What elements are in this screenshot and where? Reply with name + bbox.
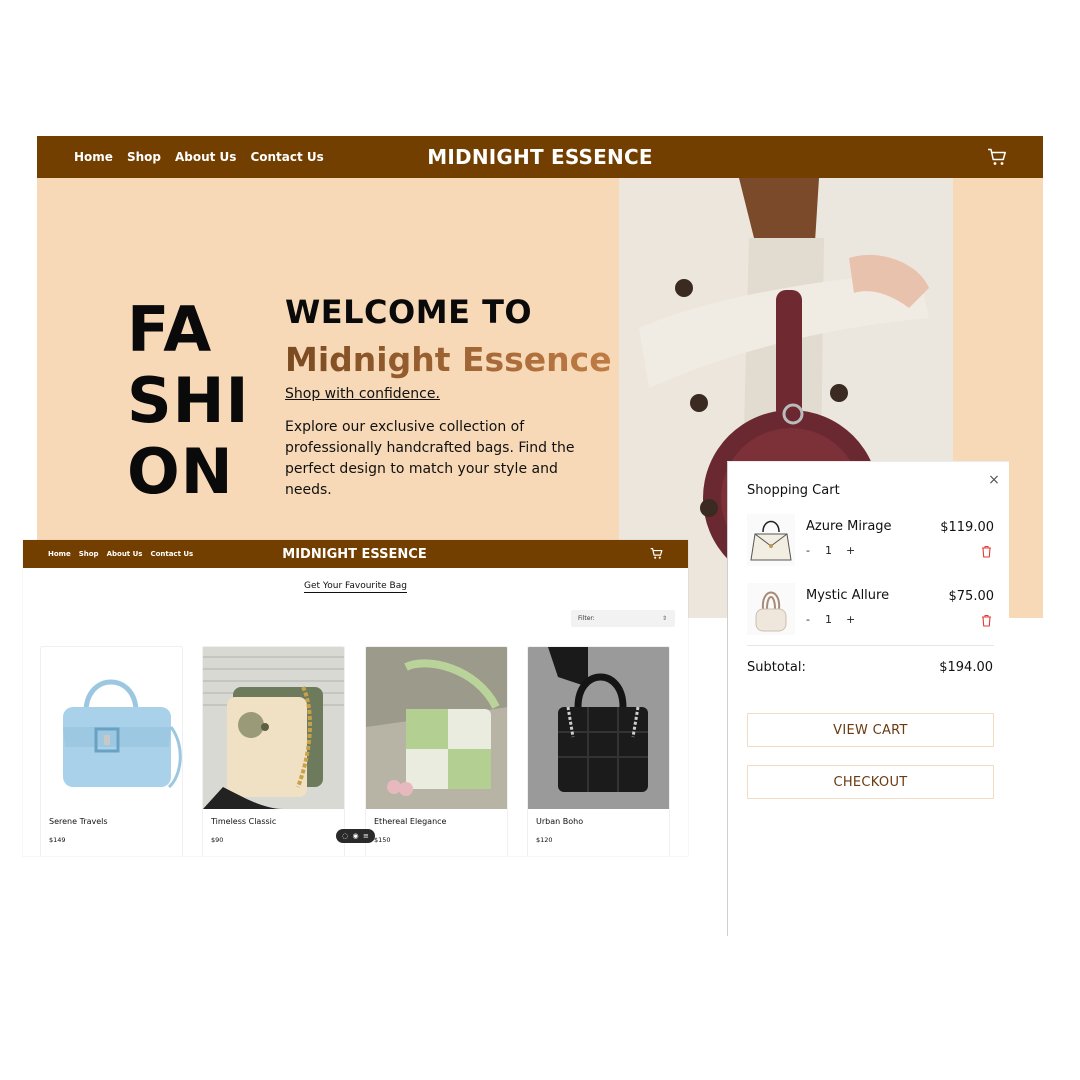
- filter-label: Filter:: [578, 615, 595, 622]
- view-cart-button[interactable]: VIEW CART: [747, 713, 994, 747]
- cart-icon[interactable]: [987, 148, 1007, 166]
- hero-description: Explore our exclusive collection of prof…: [285, 419, 575, 498]
- shop-page-screenshot: Home Shop About Us Contact Us MIDNIGHT E…: [23, 540, 688, 856]
- cart-item-thumbnail: [747, 583, 795, 635]
- product-image: [528, 647, 669, 809]
- product-card[interactable]: Timeless Classic $90: [202, 646, 345, 856]
- cart-item-thumbnail: [747, 514, 795, 566]
- product-price: $150: [374, 836, 391, 844]
- top-navbar: Home Shop About Us Contact Us MIDNIGHT E…: [37, 136, 1043, 178]
- trash-icon[interactable]: [981, 545, 992, 558]
- product-image: [41, 647, 182, 809]
- product-card[interactable]: Serene Travels $149: [40, 646, 183, 856]
- cart-title: Shopping Cart: [747, 483, 840, 498]
- brand-logo-text[interactable]: MIDNIGHT ESSENCE: [37, 136, 1043, 178]
- cart-item-qty: 1: [825, 613, 832, 626]
- checkout-button[interactable]: CHECKOUT: [747, 765, 994, 799]
- product-image: [366, 647, 507, 809]
- decrease-qty-button[interactable]: -: [806, 544, 810, 557]
- cart-item-price: $119.00: [940, 520, 994, 535]
- section-title: Get Your Favourite Bag: [23, 581, 688, 593]
- tagline-link[interactable]: Shop with confidence.: [285, 386, 440, 402]
- cart-item-name: Mystic Allure: [806, 588, 890, 603]
- product-card[interactable]: Ethereal Elegance $150: [365, 646, 508, 856]
- decrease-qty-button[interactable]: -: [806, 613, 810, 626]
- cart-item: Mystic Allure $75.00 - 1 +: [747, 583, 994, 639]
- close-icon[interactable]: ×: [987, 473, 1001, 487]
- product-price: $149: [49, 836, 66, 844]
- increase-qty-button[interactable]: +: [846, 544, 855, 557]
- fashion-line: ON: [127, 435, 234, 508]
- shop-navbar: Home Shop About Us Contact Us MIDNIGHT E…: [23, 540, 688, 568]
- product-card[interactable]: Urban Boho $120: [527, 646, 670, 856]
- trash-icon[interactable]: [981, 614, 992, 627]
- fashion-line: FA: [127, 293, 213, 366]
- divider: [747, 645, 994, 646]
- product-name: Serene Travels: [49, 817, 108, 826]
- product-name: Timeless Classic: [211, 817, 277, 826]
- product-image: [203, 647, 344, 809]
- brand-heading: Midnight Essence: [285, 340, 612, 379]
- subtotal-label: Subtotal:: [747, 660, 806, 675]
- menu-icon[interactable]: ≡: [363, 832, 369, 840]
- select-arrows-icon: ⇕: [661, 615, 667, 622]
- product-price: $120: [536, 836, 553, 844]
- welcome-heading: WELCOME TO: [285, 293, 533, 331]
- fashion-line: SHI: [127, 364, 250, 437]
- increase-qty-button[interactable]: +: [846, 613, 855, 626]
- view-icon[interactable]: ◉: [353, 832, 359, 840]
- cart-item-name: Azure Mirage: [806, 519, 892, 534]
- product-price: $90: [211, 836, 224, 844]
- cart-item-price: $75.00: [948, 589, 995, 604]
- brand-logo-text[interactable]: MIDNIGHT ESSENCE: [23, 540, 688, 568]
- cart-item: Azure Mirage $119.00 - 1 +: [747, 514, 994, 570]
- subtotal-value: $194.00: [939, 660, 993, 675]
- product-name: Urban Boho: [536, 817, 584, 826]
- fashion-display-text: FA SHI ON: [127, 294, 250, 507]
- comment-icon[interactable]: ◌: [342, 832, 348, 840]
- cart-icon[interactable]: [650, 547, 663, 560]
- filter-select[interactable]: Filter: ⇕: [571, 610, 675, 627]
- floating-toolbar: ◌ ◉ ≡: [336, 829, 375, 843]
- section-title-text: Get Your Favourite Bag: [304, 581, 407, 593]
- cart-item-qty: 1: [825, 544, 832, 557]
- product-name: Ethereal Elegance: [374, 817, 447, 826]
- shopping-cart-drawer: Shopping Cart × Azure Mirage $119.00 - 1…: [727, 461, 1009, 936]
